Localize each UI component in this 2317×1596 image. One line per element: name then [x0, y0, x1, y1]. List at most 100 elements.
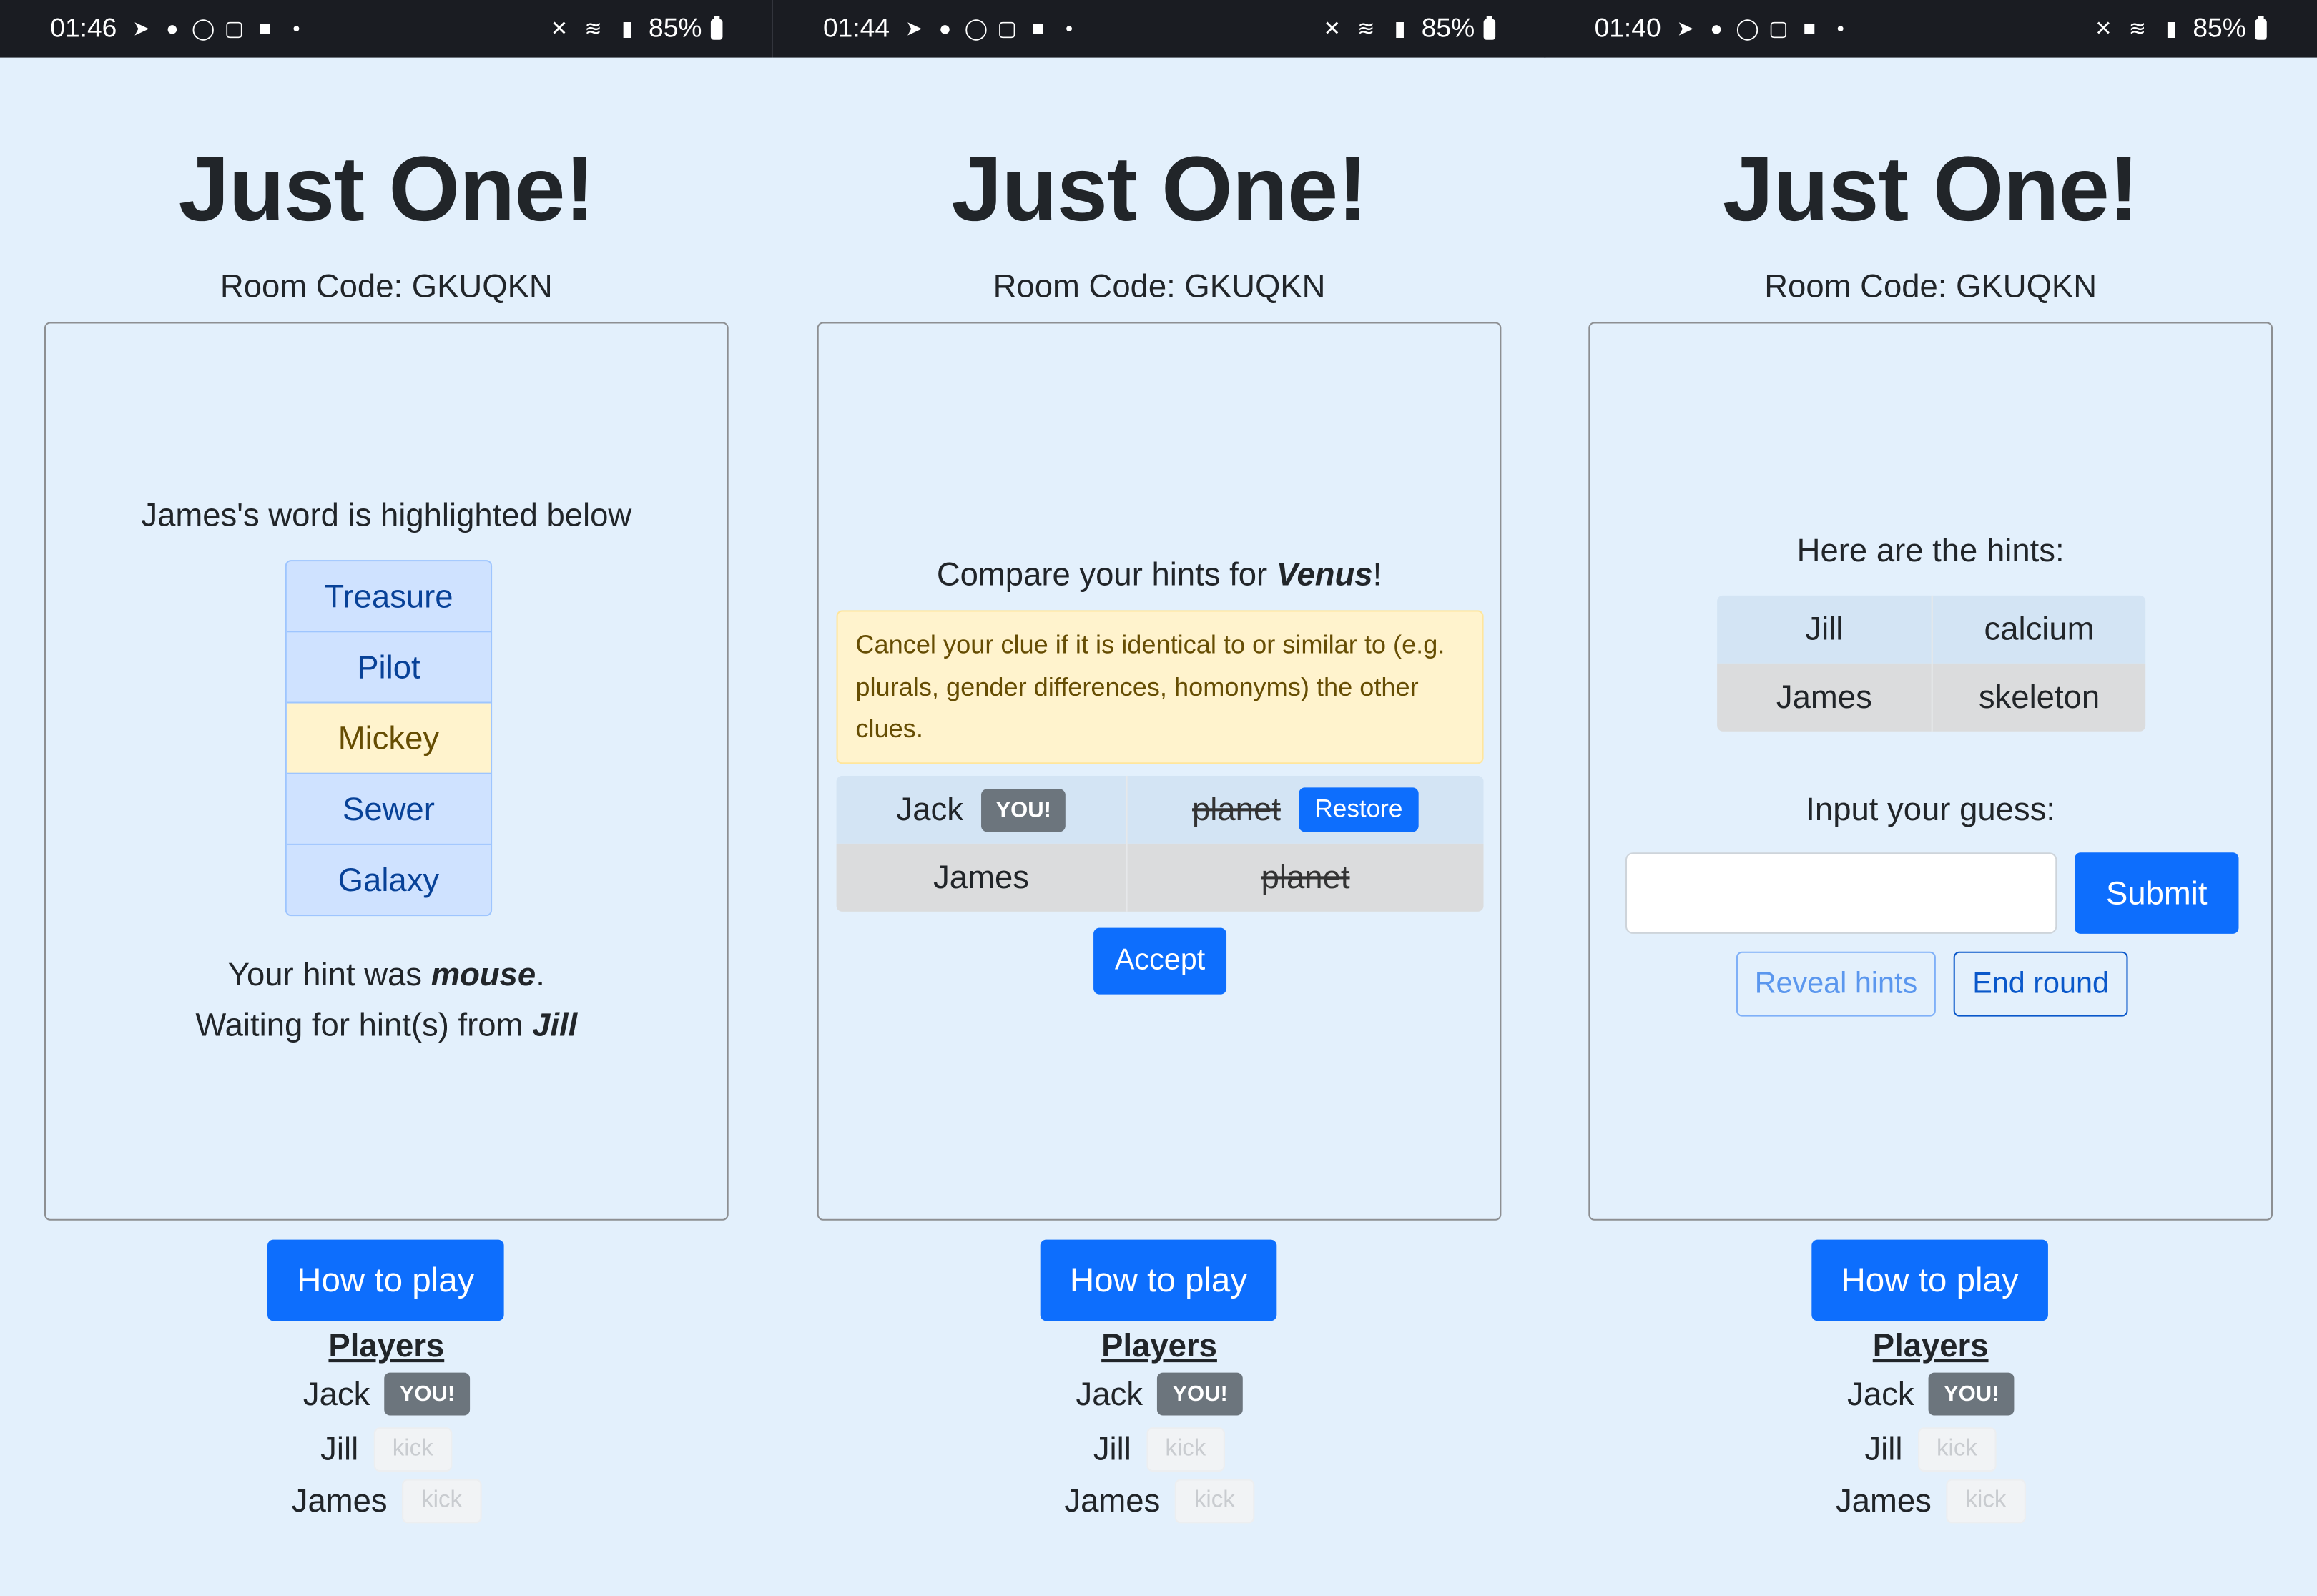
signal-icon: ▮ [1394, 16, 1406, 40]
chat-bubble-icon: ● [1710, 16, 1723, 40]
how-to-play-button[interactable]: How to play [1811, 1239, 2048, 1321]
page-title: Just One! [1722, 139, 2140, 241]
you-badge: YOU! [980, 788, 1066, 832]
linkedin-icon: ■ [259, 16, 272, 40]
word-item-highlighted: Mickey [286, 703, 491, 774]
hints-heading: Here are the hints: [1796, 531, 2065, 569]
table-row: James planet [836, 843, 1484, 912]
clue-player: Jack [896, 790, 963, 828]
battery-percent: 85% [2193, 13, 2246, 43]
player-row: Jack YOU! [773, 1372, 1546, 1416]
your-hint-text: Your hint was mouse. [227, 955, 545, 993]
word-item: Galaxy [286, 844, 491, 915]
word-heading: James's word is highlighted below [141, 496, 632, 533]
table-row: Jack YOU! planet Restore [836, 775, 1484, 844]
mute-icon: ✕ [550, 16, 569, 40]
clue-table: Jack YOU! planet Restore James planet [836, 775, 1484, 912]
more-notifications-icon: • [1836, 16, 1844, 40]
battery-percent: 85% [649, 13, 702, 43]
kick-button[interactable]: kick [373, 1427, 453, 1472]
status-bar: 01:40 ➤ ● ◯ ▢ ■ • ✕ ≋ ▮ 85% [1544, 0, 2317, 58]
word-item: Sewer [286, 774, 491, 845]
kick-button[interactable]: kick [1946, 1479, 2026, 1524]
player-row: Jack YOU! [1544, 1372, 2317, 1416]
player-row: Jill kick [1544, 1427, 2317, 1472]
mute-icon: ✕ [2095, 16, 2112, 40]
kick-button[interactable]: kick [1174, 1479, 1254, 1524]
players-heading: Players [1872, 1326, 1989, 1364]
player-row: Jill kick [773, 1427, 1546, 1472]
guess-label: Input your guess: [1806, 790, 2056, 828]
signal-icon: ▮ [2165, 16, 2178, 40]
page-title: Just One! [951, 139, 1368, 241]
screen-waiting: 01:46 ➤ ● ◯ ▢ ■ • ✕ ≋ ▮ 85% Just One! Ro… [0, 0, 773, 1596]
kick-button[interactable]: kick [402, 1479, 481, 1524]
player-row: James kick [0, 1479, 773, 1524]
how-to-play-button[interactable]: How to play [267, 1239, 504, 1321]
more-notifications-icon: • [1066, 16, 1073, 40]
signal-icon: ▮ [621, 16, 634, 40]
clue-text: planet [1192, 790, 1281, 828]
restore-button[interactable]: Restore [1298, 787, 1420, 832]
warning-alert: Cancel your clue if it is identical to o… [836, 610, 1484, 764]
player-row: Jack YOU! [0, 1372, 773, 1416]
player-name: Jill [320, 1430, 359, 1467]
game-card: Compare your hints for Venus! Cancel you… [817, 322, 1502, 1221]
hint-word: mouse [431, 955, 536, 993]
status-time: 01:46 [50, 13, 117, 43]
player-name: Jill [1864, 1430, 1903, 1467]
wifi-icon: ≋ [2128, 16, 2146, 40]
kick-button[interactable]: kick [1917, 1427, 1997, 1472]
screen-compare: 01:44 ➤ ● ◯ ▢ ■ • ✕ ≋ ▮ 85% Just One! Ro… [772, 0, 1546, 1596]
battery-icon [710, 15, 723, 39]
room-code: Room Code: GKUQKN [993, 267, 1326, 305]
guess-input[interactable] [1625, 852, 2057, 934]
you-badge: YOU! [1929, 1372, 2015, 1416]
you-badge: YOU! [1157, 1372, 1243, 1416]
instagram-icon: ▢ [224, 16, 245, 40]
status-bar: 01:44 ➤ ● ◯ ▢ ■ • ✕ ≋ ▮ 85% [772, 0, 1546, 58]
end-round-button[interactable]: End round [1953, 951, 2128, 1017]
battery-icon [1483, 15, 1496, 39]
chat-bubble-icon: ● [938, 16, 952, 40]
telegram-icon: ➤ [905, 16, 923, 40]
whatsapp-icon: ◯ [964, 16, 988, 40]
secret-word: Venus [1276, 555, 1373, 593]
player-row: Jill kick [0, 1427, 773, 1472]
status-time: 01:44 [822, 13, 890, 43]
table-row: James skeleton [1717, 663, 2146, 732]
kick-button[interactable]: kick [1146, 1427, 1226, 1472]
players-heading: Players [328, 1326, 445, 1364]
accept-button[interactable]: Accept [1093, 927, 1227, 995]
player-name: Jack [302, 1374, 370, 1412]
screen-guess: 01:40 ➤ ● ◯ ▢ ■ • ✕ ≋ ▮ 85% Just One! Ro… [1544, 0, 2317, 1596]
status-bar: 01:46 ➤ ● ◯ ▢ ■ • ✕ ≋ ▮ 85% [0, 0, 773, 58]
table-row: Jill calcium [1717, 595, 2146, 664]
reveal-hints-button[interactable]: Reveal hints [1736, 951, 1936, 1017]
mute-icon: ✕ [1323, 16, 1341, 40]
game-card: Here are the hints: Jill calcium James s… [1588, 322, 2273, 1221]
compare-heading: Compare your hints for Venus! [936, 555, 1382, 593]
whatsapp-icon: ◯ [1736, 16, 1759, 40]
chat-bubble-icon: ● [166, 16, 179, 40]
word-item: Treasure [286, 561, 491, 633]
word-item: Pilot [286, 632, 491, 704]
submit-button[interactable]: Submit [2075, 852, 2239, 934]
hint-player: James [1776, 678, 1872, 716]
waiting-player: Jill [532, 1006, 578, 1043]
clue-player: James [933, 858, 1029, 896]
battery-percent: 85% [1421, 13, 1475, 43]
wifi-icon: ≋ [1357, 16, 1375, 40]
how-to-play-button[interactable]: How to play [1040, 1239, 1277, 1321]
word-list: Treasure Pilot Mickey Sewer Galaxy [285, 560, 493, 917]
clue-text: planet [1261, 858, 1350, 896]
player-name: James [291, 1482, 388, 1519]
room-code: Room Code: GKUQKN [1764, 267, 2097, 305]
hint-text: skeleton [1931, 663, 2146, 732]
players-heading: Players [1101, 1326, 1217, 1364]
telegram-icon: ➤ [1676, 16, 1694, 40]
linkedin-icon: ■ [1031, 16, 1045, 40]
wifi-icon: ≋ [584, 16, 602, 40]
you-badge: YOU! [385, 1372, 470, 1416]
instagram-icon: ▢ [1769, 16, 1789, 40]
